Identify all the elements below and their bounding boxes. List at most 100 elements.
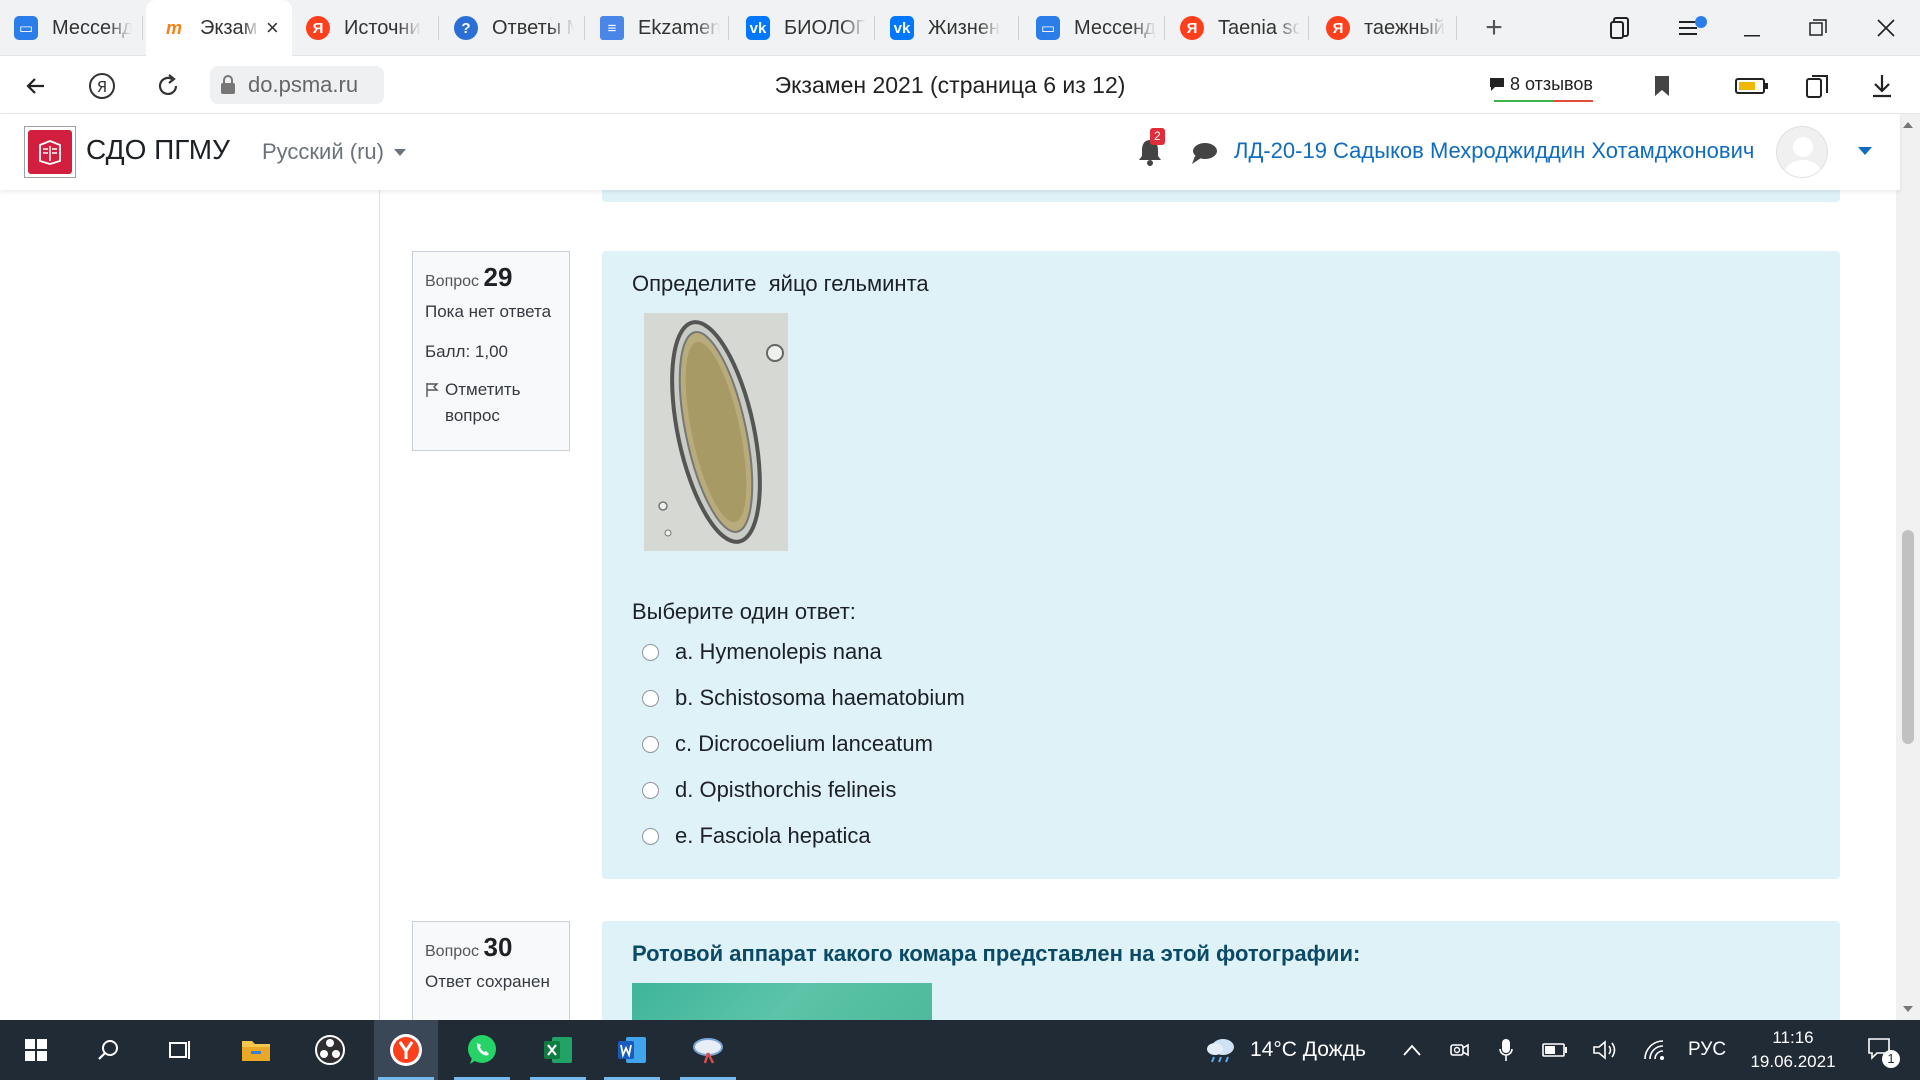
microphone-icon[interactable]	[1498, 1020, 1514, 1080]
reviews-label: 8 отзывов	[1510, 73, 1593, 94]
flag-label: Отметить вопрос	[445, 380, 521, 425]
file-explorer-icon[interactable]	[224, 1020, 288, 1080]
messages-icon[interactable]	[1190, 140, 1218, 171]
site-logo[interactable]	[24, 126, 76, 178]
volume-icon[interactable]	[1592, 1020, 1618, 1080]
word-icon[interactable]	[600, 1020, 664, 1080]
collections-icon[interactable]	[1796, 64, 1840, 108]
yandex-icon: Я	[306, 16, 330, 40]
question-30-info: Вопрос 30 Ответ сохранен	[412, 921, 570, 1020]
scroll-down-arrow-icon[interactable]	[1903, 1006, 1913, 1012]
question-number: Вопрос 30	[425, 934, 557, 965]
document-icon: ≡	[600, 16, 624, 40]
site-name[interactable]: СДО ПГМУ	[86, 114, 230, 190]
bookmark-icon[interactable]	[1640, 64, 1684, 108]
url-field[interactable]: do.psma.ru	[210, 66, 384, 104]
app-icon[interactable]	[676, 1020, 740, 1080]
wifi-icon[interactable]	[1642, 1020, 1668, 1080]
back-icon[interactable]	[14, 64, 58, 108]
tab-list-icon[interactable]	[1588, 0, 1652, 56]
tab-messenger-1[interactable]: ▭ Мессенд	[14, 0, 132, 56]
battery-icon[interactable]	[1542, 1020, 1568, 1080]
radio-button[interactable]	[642, 689, 659, 707]
tab-biology[interactable]: vk БИОЛОГ	[746, 0, 870, 56]
notification-center-icon[interactable]: 1	[1856, 1020, 1906, 1080]
messenger-icon: ▭	[14, 16, 38, 40]
minimize-icon[interactable]	[1720, 0, 1784, 56]
page-scrollbar[interactable]	[1896, 114, 1920, 1020]
new-tab-button[interactable]: +	[1462, 0, 1526, 56]
previous-question-tail	[602, 190, 1840, 202]
user-menu-caret-icon[interactable]	[1858, 147, 1872, 155]
whatsapp-icon[interactable]	[450, 1020, 514, 1080]
page-title: Экзамен 2021 (страница 6 из 12)	[774, 72, 1126, 98]
mosquito-mouthparts-image	[632, 983, 932, 1020]
scroll-up-arrow-icon[interactable]	[1903, 122, 1913, 128]
option-label: b. Schistosoma haematobium	[675, 685, 965, 710]
restore-icon[interactable]	[1786, 0, 1850, 56]
option-label: a. Hymenolepis nana	[675, 639, 882, 664]
weather-widget[interactable]: 14°C Дождь	[1204, 1020, 1366, 1080]
answer-option-e[interactable]: e. Fasciola hepatica	[632, 813, 965, 859]
answer-option-b[interactable]: b. Schistosoma haematobium	[632, 675, 965, 721]
avatar[interactable]	[1776, 126, 1828, 178]
quiz-content: Вопрос 29 Пока нет ответа Балл: 1,00 Отм…	[380, 190, 1870, 1020]
yandex-browser-taskbar-icon[interactable]	[374, 1020, 438, 1080]
question-icon: ?	[454, 16, 478, 40]
obs-icon[interactable]	[298, 1020, 362, 1080]
svg-text:Я: Я	[97, 78, 107, 96]
radio-button[interactable]	[642, 781, 659, 799]
tab-label: Мессенд	[52, 16, 132, 39]
flag-question-link[interactable]: Отметить вопрос	[425, 377, 557, 429]
radio-button[interactable]	[642, 735, 659, 753]
question-text: Определите яйцо гельминта	[632, 271, 929, 296]
battery-saver-icon[interactable]	[1730, 64, 1774, 108]
tab-label: Ekzamen	[638, 16, 720, 39]
tab-label: Жизнен	[928, 16, 1001, 39]
tab-source[interactable]: Я Источни	[306, 0, 430, 56]
tab-taenia[interactable]: Я Taenia so	[1180, 0, 1300, 56]
notifications-button[interactable]: 2	[1136, 128, 1168, 170]
windows-start-icon[interactable]	[4, 1020, 68, 1080]
tab-exam[interactable]: m Экзам ×	[146, 0, 292, 56]
tab-answers[interactable]: ? Ответы М	[454, 0, 574, 56]
menu-icon[interactable]	[1660, 0, 1724, 56]
answer-option-c[interactable]: c. Dicrocoelium lanceatum	[632, 721, 965, 767]
comment-icon	[1488, 76, 1506, 92]
moodle-icon: m	[165, 17, 182, 38]
radio-button[interactable]	[642, 643, 659, 661]
answer-option-a[interactable]: a. Hymenolepis nana	[632, 629, 965, 675]
answer-option-d[interactable]: d. Opisthorchis felineis	[632, 767, 965, 813]
yandex-icon: Я	[1326, 16, 1350, 40]
question-prefix: Вопрос	[425, 943, 480, 960]
notification-badge: 2	[1150, 128, 1165, 145]
reviews-button[interactable]: 8 отзывов	[1488, 64, 1593, 104]
tab-label: Ответы М	[492, 16, 574, 39]
tab-life[interactable]: vk Жизнен	[890, 0, 1014, 56]
search-icon[interactable]	[76, 1020, 140, 1080]
refresh-icon[interactable]	[146, 64, 190, 108]
clock[interactable]: 11:16 19.06.2021	[1738, 1020, 1848, 1080]
question-number: Вопрос 29	[425, 264, 557, 295]
question-status: Ответ сохранен	[425, 972, 550, 991]
tab-taiga[interactable]: Я таежный	[1326, 0, 1452, 56]
option-label: c. Dicrocoelium lanceatum	[675, 731, 933, 756]
radio-button[interactable]	[642, 827, 659, 845]
input-language[interactable]: РУС	[1688, 1020, 1726, 1080]
scroll-thumb[interactable]	[1902, 530, 1914, 744]
show-hidden-icons-icon[interactable]	[1402, 1020, 1422, 1080]
lock-icon	[220, 75, 236, 95]
question-text: Ротовой аппарат какого комара представле…	[632, 941, 1361, 966]
user-name[interactable]: ЛД-20-19 Садыков Мехроджиддин Хотамджоно…	[1234, 114, 1754, 190]
close-tab-icon[interactable]: ×	[266, 15, 279, 41]
excel-icon[interactable]	[526, 1020, 590, 1080]
download-icon[interactable]	[1860, 64, 1904, 108]
close-window-icon[interactable]	[1854, 0, 1918, 56]
camera-icon[interactable]	[1448, 1020, 1470, 1080]
browser-tab-bar: ▭ Мессенд m Экзам × Я Источни ? Ответы М…	[0, 0, 1920, 56]
yandex-home-icon[interactable]: Я	[80, 64, 124, 108]
tab-messenger-2[interactable]: ▭ Мессенд	[1036, 0, 1162, 56]
language-menu[interactable]: Русский (ru)	[262, 114, 406, 190]
tab-ekzamen[interactable]: ≡ Ekzamen	[600, 0, 720, 56]
task-view-icon[interactable]	[148, 1020, 212, 1080]
